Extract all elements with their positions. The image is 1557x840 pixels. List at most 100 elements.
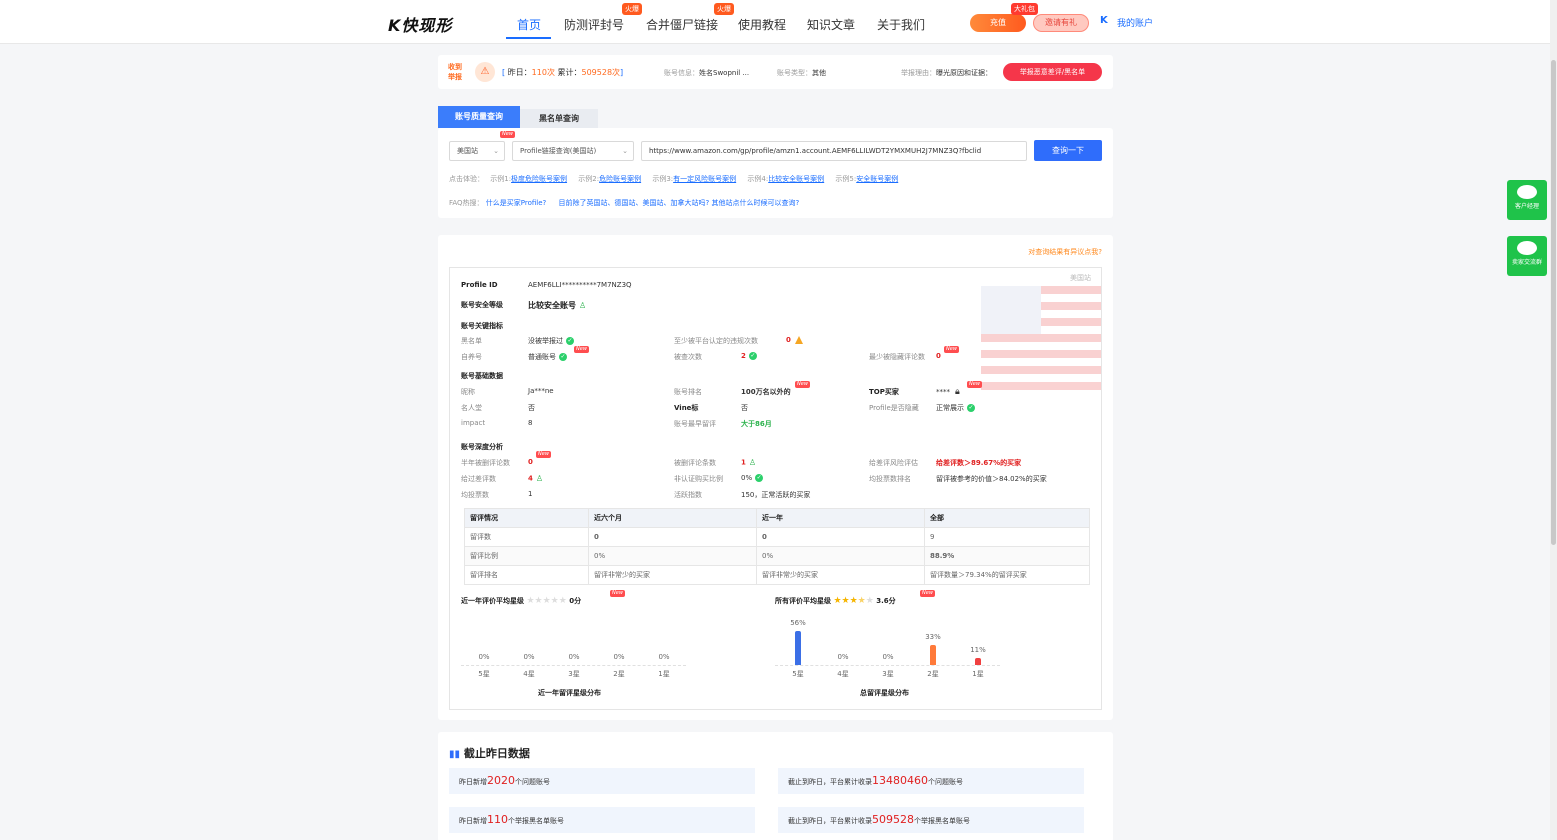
risk-value: 给差评数＞89.67%的买家	[936, 459, 1022, 467]
new-badge: New	[500, 131, 515, 138]
siren-icon: ⚠	[475, 62, 495, 82]
negative-reviews-label: 给过差评数	[461, 475, 496, 483]
wechat-icon	[1517, 241, 1537, 255]
faq-link[interactable]: 目前除了英国站、德国站、美国站、加拿大站吗? 其他站点什么时候可以查询?	[559, 199, 800, 207]
table-row: 留评数 0 0 9	[464, 527, 1090, 547]
customer-manager-button[interactable]: 客户经理	[1507, 180, 1547, 220]
unverified-value: 0% ✓	[741, 474, 764, 482]
report-malicious-button[interactable]: 举报恶意差评/黑名单	[1003, 63, 1102, 81]
top-nav: K快现形 首页 防测评封号 火爆 合并僵尸链接 火爆 使用教程 知识文章 关于我…	[0, 0, 1550, 44]
nav-merge-links[interactable]: 合并僵尸链接	[646, 16, 718, 33]
new-badge: New	[920, 590, 935, 597]
example-link[interactable]: 安全账号案例	[856, 175, 898, 183]
brand-logo[interactable]: K快现形	[388, 12, 452, 36]
key-metrics-heading: 账号关键指标	[461, 322, 503, 330]
violations-label: 至少被平台认定的违规次数	[674, 337, 758, 345]
chart-bar	[930, 645, 936, 665]
tab-quality-query[interactable]: 账号质量查询	[438, 106, 520, 128]
hidden-reviews-label: 最少被隐藏评论数	[869, 353, 925, 361]
security-level: 比较安全账号 ♙	[528, 301, 587, 310]
lock-icon: 🔒︎	[955, 387, 960, 397]
scrollbar-thumb[interactable]	[1551, 60, 1556, 545]
profile-id: AEMF6LLI**********7M7NZ3Q	[528, 281, 632, 289]
faq-link[interactable]: 什么是买家Profile?	[486, 199, 546, 207]
site-select[interactable]: 美国站 ⌄	[449, 141, 505, 161]
nav-home[interactable]: 首页	[517, 16, 541, 33]
dispute-link[interactable]: 对查询结果有异议点我?	[1028, 247, 1102, 257]
stat-box: 截止到昨日，平台累计收录509528个举报黑名单账号	[778, 807, 1084, 833]
chart-value-label: 0%	[478, 653, 490, 661]
nav-articles[interactable]: 知识文章	[807, 16, 855, 33]
example-link[interactable]: 有一定风险账号案例	[673, 175, 736, 183]
report-alert-bar: 收到举报 ⚠ [ 昨日：110次 累计：509528次] 账号信息：姓名Swop…	[438, 55, 1113, 89]
chart-bar	[975, 658, 981, 665]
top-buyer-value: **** 🔒︎	[936, 387, 960, 397]
chevron-down-icon: ⌄	[622, 147, 628, 155]
example-link[interactable]: 比较安全账号案例	[768, 175, 824, 183]
chart-value-label: 33%	[925, 633, 941, 641]
report-body: 美国站 Profile ID AEMF6LLI**********7M7NZ3Q…	[449, 267, 1102, 710]
alert-label: 收到举报	[448, 63, 462, 81]
robot-icon: ♙	[748, 458, 757, 467]
all-avg-rating: 所有评价平均星级 ★★★★★ 3.6分	[775, 596, 896, 606]
site-tag: 美国站	[1070, 274, 1091, 282]
chart-value-label: 56%	[790, 619, 806, 627]
vote-rank-label: 均投票数排名	[869, 475, 911, 483]
new-badge: New	[967, 381, 982, 388]
example-link[interactable]: 极度危险账号案例	[511, 175, 567, 183]
new-badge: New	[795, 381, 810, 388]
stats-title: ▮▮ 截止昨日数据	[449, 747, 530, 760]
chart-value-label: 0%	[613, 653, 625, 661]
query-mode-select[interactable]: Profile链接查询(美国站) ⌄	[512, 141, 634, 161]
invite-button[interactable]: 邀请有礼	[1033, 14, 1089, 32]
chart-value-label: 0%	[658, 653, 670, 661]
star-icon: ★★★★★	[526, 596, 567, 606]
violations-value: 0	[786, 336, 803, 344]
stat-box: 截止到昨日，平台累计收录13480460个问题账号	[778, 768, 1084, 794]
new-badge: New	[574, 346, 589, 353]
hot-badge: 火爆	[622, 3, 642, 15]
query-button[interactable]: 查询一下	[1034, 140, 1102, 161]
impact-label: impact	[461, 419, 486, 427]
table-row: 留评比例 0% 0% 88.9%	[464, 546, 1090, 566]
nav-about[interactable]: 关于我们	[877, 16, 925, 33]
self-raised-value: 普通账号 ✓	[528, 353, 567, 361]
tab-blacklist-query[interactable]: 黑名单查询	[520, 109, 598, 128]
bar-chart-icon: ▮▮	[449, 749, 461, 760]
chart-category-label: 5星	[478, 670, 490, 678]
chevron-down-icon: ⌄	[493, 147, 499, 155]
robot-icon: ♙	[579, 301, 587, 310]
yesterday-label: 昨日：	[507, 68, 532, 77]
chart-value-label: 0%	[568, 653, 580, 661]
nav-anti-review[interactable]: 防测评封号	[564, 16, 624, 33]
example-link[interactable]: 危险账号案例	[599, 175, 641, 183]
hidden-reviews-value: 0	[936, 352, 941, 360]
deleted-reviews-label: 被删评论条数	[674, 459, 716, 467]
seller-group-button[interactable]: 卖家交流群	[1507, 236, 1547, 276]
deleted-reviews-value: 1 ♙	[741, 458, 757, 467]
chart-value-label: 11%	[970, 646, 986, 654]
basic-data-heading: 账号基础数据	[461, 372, 503, 380]
search-panel: New 美国站 ⌄ Profile链接查询(美国站) ⌄ https://www.a…	[438, 128, 1113, 218]
earliest-review-value: 大于86月	[741, 420, 772, 428]
recharge-button[interactable]: 充值	[970, 14, 1026, 32]
profile-url-input[interactable]: https://www.amazon.com/gp/profile/amzn1.…	[641, 141, 1027, 161]
star-icon: ★★★	[833, 596, 858, 606]
warning-icon	[794, 336, 803, 344]
chart-value-label: 0%	[882, 653, 894, 661]
stat-box: 昨日新增2020个问题账号	[449, 768, 755, 794]
nav-tutorial[interactable]: 使用教程	[738, 16, 786, 33]
chart1-title: 近一年留评星级分布	[538, 689, 601, 697]
half-year-deleted-value: 0	[528, 458, 533, 466]
check-icon: ✓	[748, 352, 757, 360]
vine-value: 否	[741, 404, 748, 412]
faq-row: FAQ热搜： 什么是买家Profile? 目前除了英国站、德国站、美国站、加拿大…	[449, 199, 800, 207]
blacklist-value: 没被举报过 ✓	[528, 337, 574, 345]
total-label: 累计：	[557, 68, 582, 77]
half-year-deleted-label: 半年被删评论数	[461, 459, 510, 467]
chart-value-label: 0%	[837, 653, 849, 661]
check-icon: ✓	[967, 404, 975, 412]
chart-category-label: 2星	[613, 670, 625, 678]
alert-account-type: 账号类型：其他	[777, 69, 826, 77]
my-account-link[interactable]: 我的账户	[1117, 16, 1153, 29]
